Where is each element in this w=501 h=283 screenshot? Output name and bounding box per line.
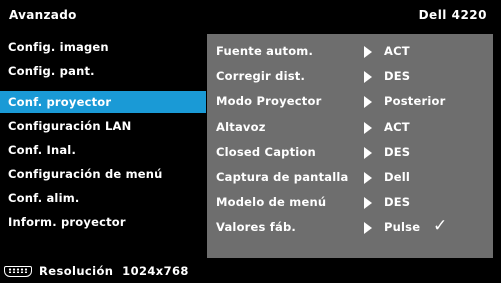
menu-title: Avanzado (9, 8, 77, 22)
setting-value: ACT (384, 120, 410, 134)
setting-value: Pulse (384, 220, 421, 234)
arrow-right-icon (364, 96, 372, 108)
menu-item-inform-proyector[interactable]: Inform. proyector (0, 211, 206, 233)
menu-item-config-pant[interactable]: Config. pant. (0, 60, 206, 82)
setting-value: DES (384, 145, 411, 159)
menu-item-conf-alim[interactable]: Conf. alim. (0, 187, 206, 209)
setting-value: DES (384, 195, 411, 209)
setting-row-corregir-dist[interactable]: Corregir dist. DES (207, 64, 493, 88)
setting-row-closed-caption[interactable]: Closed Caption DES (207, 140, 493, 164)
arrow-right-icon (364, 46, 372, 58)
setting-row-valores-fab[interactable]: Valores fáb. Pulse ✓ (207, 215, 493, 239)
vga-connector-icon (4, 266, 32, 277)
setting-label: Modo Proyector (216, 94, 322, 108)
arrow-right-icon (364, 147, 372, 159)
arrow-right-icon (364, 122, 372, 134)
setting-value: Dell (384, 170, 411, 184)
menu-item-conf-proyector[interactable]: Conf. proyector (0, 91, 206, 113)
setting-label: Corregir dist. (216, 69, 306, 83)
setting-label: Altavoz (216, 120, 266, 134)
setting-row-captura-pantalla[interactable]: Captura de pantalla Dell (207, 165, 493, 189)
arrow-right-icon (364, 222, 372, 234)
setting-row-fuente-autom[interactable]: Fuente autom. ACT (207, 39, 493, 63)
settings-panel: Fuente autom. ACT Corregir dist. DES Mod… (207, 34, 493, 258)
setting-row-modelo-menu[interactable]: Modelo de menú DES (207, 190, 493, 214)
osd-header: Avanzado Dell 4220 (0, 0, 501, 34)
setting-label: Closed Caption (216, 145, 316, 159)
menu-item-config-imagen[interactable]: Config. imagen (0, 36, 206, 58)
menu-item-conf-inal[interactable]: Conf. Inal. (0, 139, 206, 161)
setting-value: Posterior (384, 94, 446, 108)
resolution-status: Resolución 1024x768 (39, 264, 189, 278)
setting-label: Fuente autom. (216, 44, 314, 58)
menu-item-configuracion-lan[interactable]: Configuración LAN (0, 115, 206, 137)
setting-label: Valores fáb. (216, 220, 296, 234)
setting-value: ACT (384, 44, 410, 58)
setting-row-altavoz[interactable]: Altavoz ACT (207, 115, 493, 139)
arrow-right-icon (364, 197, 372, 209)
status-footer: Resolución 1024x768 (0, 260, 501, 283)
setting-label: Modelo de menú (216, 195, 327, 209)
arrow-right-icon (364, 172, 372, 184)
projector-model: Dell 4220 (418, 8, 487, 22)
setting-label: Captura de pantalla (216, 170, 349, 184)
setting-value: DES (384, 69, 411, 83)
main-menu: Config. imagen Config. pant. Conf. proye… (0, 36, 206, 258)
menu-item-configuracion-menu[interactable]: Configuración de menú (0, 163, 206, 185)
arrow-right-icon (364, 71, 372, 83)
setting-row-modo-proyector[interactable]: Modo Proyector Posterior (207, 89, 493, 113)
checkmark-icon: ✓ (433, 216, 448, 236)
